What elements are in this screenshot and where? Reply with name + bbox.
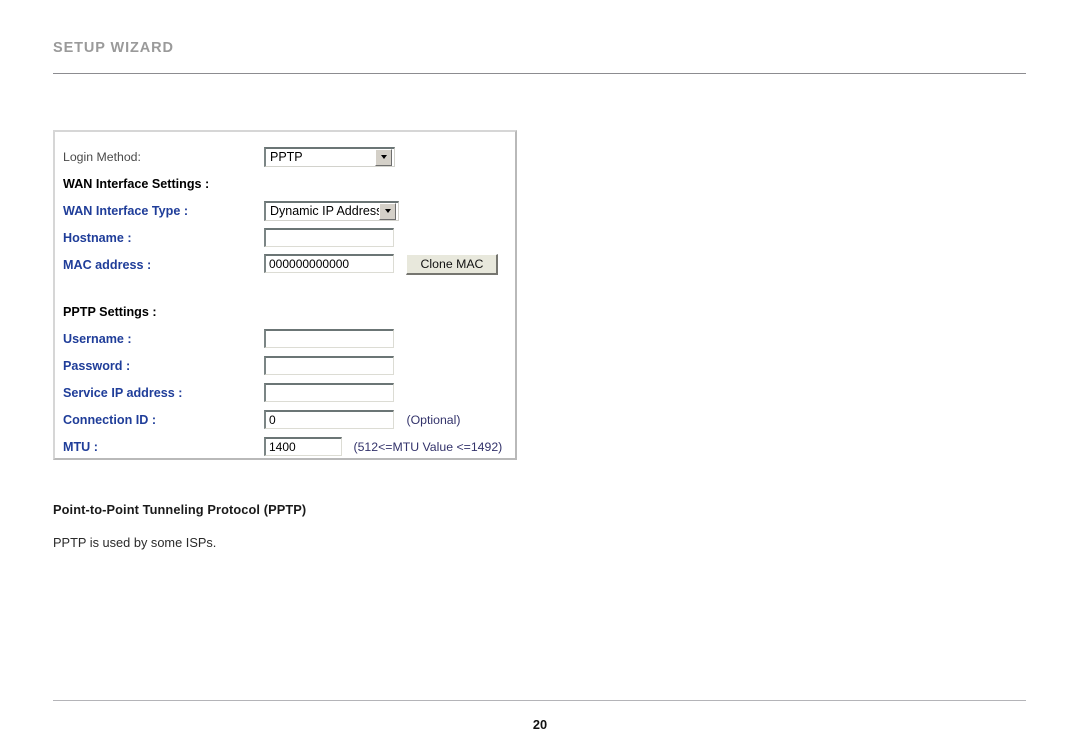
- form-row-mac-address: MAC address : Clone MAC: [63, 251, 514, 278]
- mtu-hint: (512<=MTU Value <=1492): [353, 440, 503, 454]
- connection-id-label: Connection ID :: [63, 412, 157, 427]
- clone-mac-button[interactable]: Clone MAC: [406, 254, 499, 276]
- mtu-label: MTU :: [63, 439, 98, 454]
- password-input[interactable]: [264, 356, 394, 375]
- page-title: SETUP WIZARD: [53, 40, 174, 56]
- wan-settings-form: Login Method: PPTP WAN Interface Setting…: [63, 143, 514, 460]
- service-ip-address-input[interactable]: [264, 383, 394, 402]
- login-method-label: Login Method:: [63, 149, 141, 164]
- login-method-selected-value: PPTP: [270, 150, 303, 164]
- section-heading: Point-to-Point Tunneling Protocol (PPTP): [53, 502, 307, 517]
- page-number: 20: [532, 717, 548, 732]
- chevron-down-icon[interactable]: [379, 202, 396, 220]
- connection-id-input[interactable]: [264, 410, 394, 429]
- chevron-down-icon[interactable]: [375, 148, 392, 166]
- setup-wizard-config-panel: Login Method: PPTP WAN Interface Setting…: [53, 130, 517, 460]
- hostname-input[interactable]: [264, 228, 394, 247]
- hostname-label: Hostname :: [63, 230, 132, 245]
- form-row-password: Password :: [63, 352, 514, 379]
- form-row-wan-interface-settings-heading: WAN Interface Settings :: [63, 170, 514, 197]
- service-ip-address-label: Service IP address :: [63, 385, 183, 400]
- mac-address-input[interactable]: [264, 253, 394, 273]
- wan-interface-settings-heading: WAN Interface Settings :: [63, 176, 210, 191]
- username-label: Username :: [63, 331, 132, 346]
- mtu-input[interactable]: [264, 437, 342, 456]
- form-row-username: Username :: [63, 325, 514, 352]
- username-input[interactable]: [264, 329, 394, 348]
- wan-interface-type-selected-value: Dynamic IP Address: [270, 204, 379, 218]
- form-spacer-row: [63, 278, 514, 298]
- wan-interface-type-label: WAN Interface Type :: [63, 203, 189, 218]
- form-row-service-ip-address: Service IP address :: [63, 379, 514, 406]
- login-method-select[interactable]: PPTP: [264, 146, 395, 167]
- password-label: Password :: [63, 358, 131, 373]
- form-row-mtu: MTU : (512<=MTU Value <=1492): [63, 433, 514, 460]
- form-row-pptp-settings-heading: PPTP Settings :: [63, 298, 514, 325]
- form-row-connection-id: Connection ID : (Optional): [63, 406, 514, 433]
- footer-divider: [53, 700, 1026, 701]
- form-row-login-method: Login Method: PPTP: [63, 143, 514, 170]
- form-row-wan-interface-type: WAN Interface Type : Dynamic IP Address: [63, 197, 514, 224]
- form-row-hostname: Hostname :: [63, 224, 514, 251]
- section-paragraph: PPTP is used by some ISPs.: [53, 535, 217, 550]
- connection-id-hint: (Optional): [406, 413, 461, 427]
- mac-address-label: MAC address :: [63, 257, 152, 272]
- pptp-settings-heading: PPTP Settings :: [63, 304, 157, 319]
- wan-interface-type-select[interactable]: Dynamic IP Address: [264, 200, 399, 221]
- header-divider: [53, 73, 1026, 74]
